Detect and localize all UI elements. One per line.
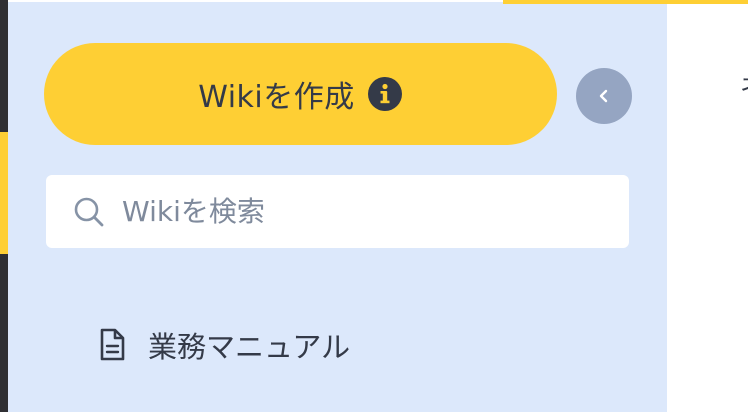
tree-item-business-manual[interactable]: 業務マニュアル	[98, 320, 350, 370]
create-wiki-label: Wikiを作成	[198, 80, 355, 115]
wiki-search-box[interactable]	[46, 175, 629, 248]
document-icon	[98, 328, 126, 362]
main-clipped-text: ネ	[740, 66, 748, 101]
collapse-sidebar-button[interactable]	[576, 68, 632, 124]
create-wiki-button[interactable]: Wikiを作成	[44, 43, 557, 145]
chevron-left-icon	[595, 87, 613, 105]
search-icon	[72, 195, 106, 229]
main-content: ネ	[667, 4, 748, 412]
wiki-search-input[interactable]	[122, 195, 602, 228]
app-rail-active-indicator	[0, 132, 8, 254]
app-rail	[0, 0, 8, 412]
wiki-sidebar: Wikiを作成 Wikiを検索 業務マニュアル	[8, 0, 667, 412]
app-window: Wikiを作成 Wikiを検索 業務マニュアル	[0, 0, 748, 412]
tree-item-label: 業務マニュアル	[148, 330, 351, 364]
info-icon[interactable]	[367, 76, 403, 112]
